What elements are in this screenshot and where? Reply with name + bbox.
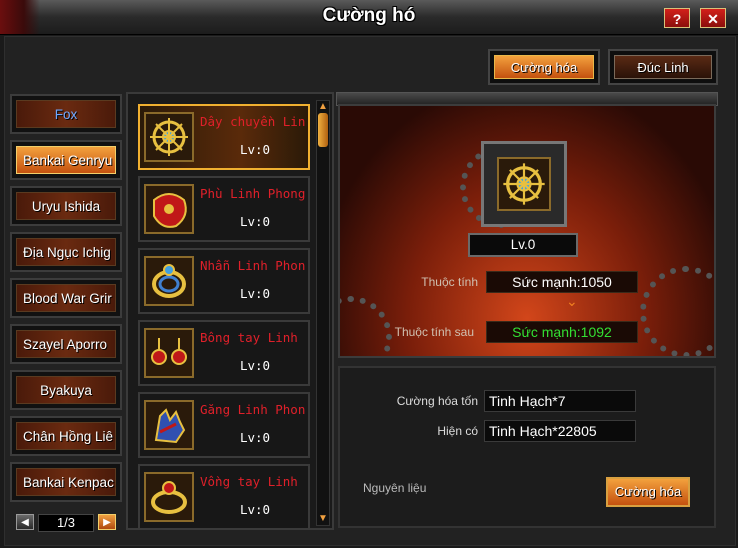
character-label: Fox bbox=[16, 100, 116, 128]
character-list: Fox Bankai Genryu Uryu Ishida Địa Ngục I… bbox=[10, 88, 122, 506]
character-item[interactable]: Địa Ngục Ichig bbox=[10, 232, 122, 272]
character-pager: ◀ 1/3 ▶ bbox=[10, 511, 122, 535]
window-title: Cường hó bbox=[322, 5, 416, 26]
cost-value: Tinh Hạch*7 bbox=[484, 390, 636, 412]
item-slot[interactable]: Găng Linh Phon Lv:0 bbox=[138, 392, 310, 458]
item-list: Dây chuyền Lin Lv:0 Phù Linh Phong Lv:0 … bbox=[126, 92, 334, 530]
have-label: Hiện có bbox=[437, 424, 478, 438]
character-label: Bankai Genryu bbox=[16, 146, 116, 174]
character-label: Szayel Aporro bbox=[16, 330, 116, 358]
tab-enhance-label: Cường hóa bbox=[494, 55, 594, 79]
character-label: Địa Ngục Ichig bbox=[16, 238, 116, 266]
bracelet-icon bbox=[144, 472, 194, 522]
ring-icon bbox=[144, 256, 194, 306]
cost-label: Cường hóa tốn bbox=[396, 394, 478, 408]
character-label: Blood War Grir bbox=[16, 284, 116, 312]
item-level: Lv:0 bbox=[239, 430, 271, 445]
attr-value: Sức mạnh:1050 bbox=[486, 271, 638, 293]
character-item[interactable]: Uryu Ishida bbox=[10, 186, 122, 226]
close-button[interactable]: ✕ bbox=[700, 8, 726, 28]
character-item[interactable]: Chân Hồng Liê bbox=[10, 416, 122, 456]
item-name: Găng Linh Phon bbox=[200, 402, 306, 417]
character-label: Byakuya bbox=[16, 376, 116, 404]
item-level: Lv:0 bbox=[239, 214, 271, 229]
character-item[interactable]: Szayel Aporro bbox=[10, 324, 122, 364]
item-slot[interactable]: Dây chuyền Lin Lv:0 bbox=[138, 104, 310, 170]
character-item[interactable]: Bankai Kenpac bbox=[10, 462, 122, 502]
earring-icon bbox=[144, 328, 194, 378]
item-level: Lv:0 bbox=[239, 502, 271, 517]
tab-forge-label: Đúc Linh bbox=[614, 55, 712, 79]
next-page-button[interactable]: ▶ bbox=[98, 514, 116, 530]
scroll-up-icon[interactable]: ▲ bbox=[317, 101, 329, 113]
character-item[interactable]: Bankai Genryu bbox=[10, 140, 122, 180]
item-name: Nhẫn Linh Phon bbox=[200, 258, 306, 273]
item-name: Vồng tay Linh bbox=[200, 474, 298, 489]
enhance-window: Cường hó ? ✕ Cường hóa Đúc Linh Fox Bank… bbox=[0, 0, 738, 548]
title-bar: Cường hó ? ✕ bbox=[0, 0, 738, 35]
item-name: Phù Linh Phong bbox=[200, 186, 306, 201]
prev-page-button[interactable]: ◀ bbox=[16, 514, 34, 530]
item-slot[interactable]: Nhẫn Linh Phon Lv:0 bbox=[138, 248, 310, 314]
item-scrollbar[interactable]: ▲ ▼ bbox=[316, 100, 330, 526]
item-level: Lv:0 bbox=[239, 142, 271, 157]
selected-item-slot bbox=[481, 141, 567, 227]
character-item[interactable]: Fox bbox=[10, 94, 122, 134]
character-label: Chân Hồng Liê bbox=[16, 422, 116, 450]
talisman-icon bbox=[144, 184, 194, 234]
character-item[interactable]: Blood War Grir bbox=[10, 278, 122, 318]
gear-icon bbox=[640, 266, 714, 356]
enhance-button[interactable]: Cường hóa bbox=[606, 477, 690, 507]
material-label: Nguyên liệu bbox=[363, 481, 427, 495]
glove-icon bbox=[144, 400, 194, 450]
attr-after-value: Sức mạnh:1092 bbox=[486, 321, 638, 343]
selected-item-level: Lv.0 bbox=[468, 233, 578, 257]
tab-forge[interactable]: Đúc Linh bbox=[608, 49, 718, 85]
item-slot[interactable]: Vồng tay Linh Lv:0 bbox=[138, 464, 310, 530]
tab-enhance[interactable]: Cường hóa bbox=[488, 49, 600, 85]
character-item[interactable]: Byakuya bbox=[10, 370, 122, 410]
item-name: Bông tay Linh bbox=[200, 330, 298, 345]
amulet-icon bbox=[497, 157, 551, 211]
item-level: Lv:0 bbox=[239, 358, 271, 373]
scroll-thumb[interactable] bbox=[318, 113, 328, 147]
amulet-icon bbox=[144, 112, 194, 162]
item-slot[interactable]: Phù Linh Phong Lv:0 bbox=[138, 176, 310, 242]
character-label: Uryu Ishida bbox=[16, 192, 116, 220]
item-level: Lv:0 bbox=[239, 286, 271, 301]
page-indicator: 1/3 bbox=[38, 514, 94, 532]
scroll-down-icon[interactable]: ▼ bbox=[317, 513, 329, 525]
attr-label: Thuộc tính bbox=[421, 275, 478, 289]
help-button[interactable]: ? bbox=[664, 8, 690, 28]
item-name: Dây chuyền Lin bbox=[200, 114, 306, 129]
character-label: Bankai Kenpac bbox=[16, 468, 116, 496]
arrow-down-icon: ⌄ bbox=[566, 293, 578, 309]
item-slot[interactable]: Bông tay Linh Lv:0 bbox=[138, 320, 310, 386]
have-value: Tinh Hạch*22805 bbox=[484, 420, 636, 442]
attr-after-label: Thuộc tính sau bbox=[394, 325, 474, 339]
